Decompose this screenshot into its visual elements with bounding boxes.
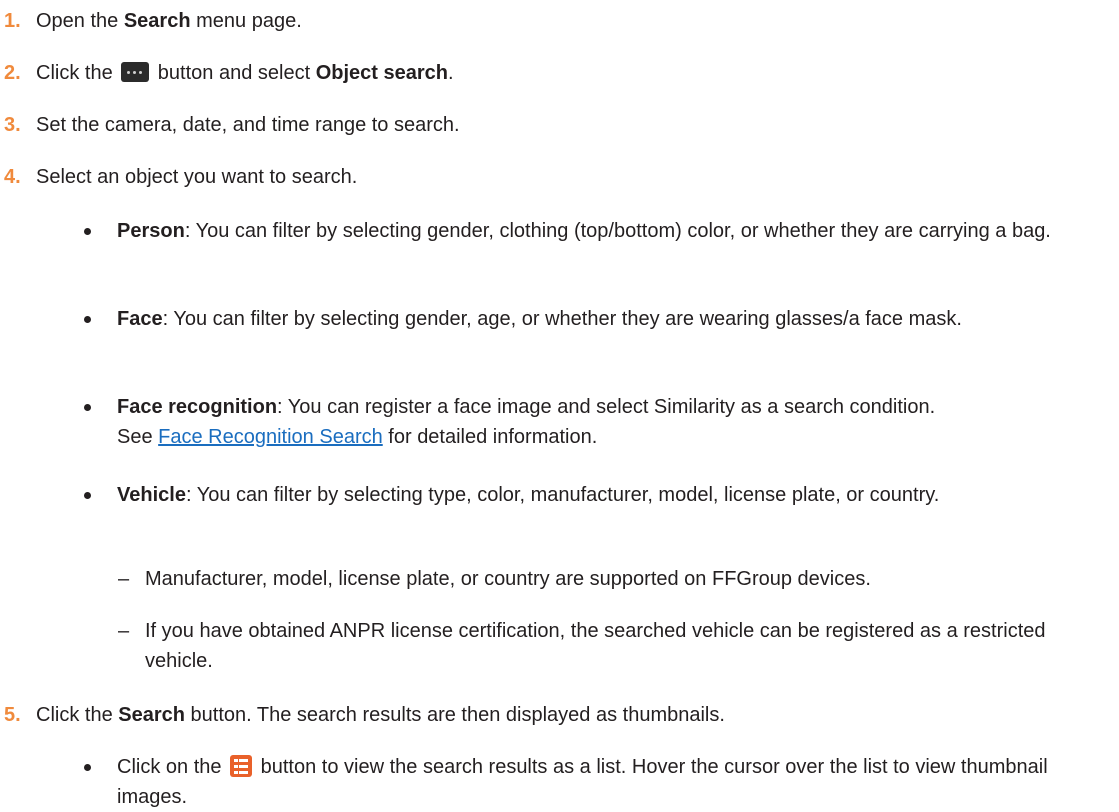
step-text: Open the Search menu page. xyxy=(36,10,302,32)
bullet-text: Click on the button to view the search r… xyxy=(117,755,1048,808)
more-icon xyxy=(121,62,150,82)
step-text: Click the Search button. The search resu… xyxy=(36,704,725,726)
object-term: Face xyxy=(117,308,163,330)
bullet-text: Face recognition: You can register a fac… xyxy=(117,396,936,448)
button-name: Search xyxy=(118,704,185,726)
step-number: 5. xyxy=(4,704,21,726)
list-view-icon xyxy=(230,755,253,777)
step-number: 3. xyxy=(4,114,21,136)
step-text: Set the camera, date, and time range to … xyxy=(36,114,460,136)
note-text: If you have obtained ANPR license certif… xyxy=(145,620,1046,672)
dash-marker: – xyxy=(118,568,130,590)
bullet-dot xyxy=(84,228,91,235)
bullet-dot xyxy=(84,316,91,323)
bullet-dot xyxy=(84,492,91,499)
step-number: 4. xyxy=(4,166,21,188)
step-text: Click the button and select Object searc… xyxy=(36,62,454,84)
step-number: 2. xyxy=(4,62,21,84)
bullet-text: Vehicle: You can filter by selecting typ… xyxy=(117,484,940,506)
face-recognition-search-link[interactable]: Face Recognition Search xyxy=(158,426,383,448)
menu-name: Search xyxy=(123,10,191,32)
note-text: Manufacturer, model, license plate, or c… xyxy=(145,568,871,590)
bullet-text: Face: You can filter by selecting gender… xyxy=(117,308,962,330)
dash-marker: – xyxy=(118,620,130,642)
menu-option: Object search xyxy=(315,62,448,84)
step-text: Select an object you want to search. xyxy=(36,166,358,188)
bullet-dot xyxy=(84,764,91,771)
object-term: Face recognition xyxy=(117,396,278,418)
object-term: Person xyxy=(117,220,185,242)
bullet-dot xyxy=(84,404,91,411)
object-term: Vehicle xyxy=(117,484,186,506)
bullet-text: Person: You can filter by selecting gend… xyxy=(117,220,1051,242)
step-number: 1. xyxy=(4,10,21,32)
